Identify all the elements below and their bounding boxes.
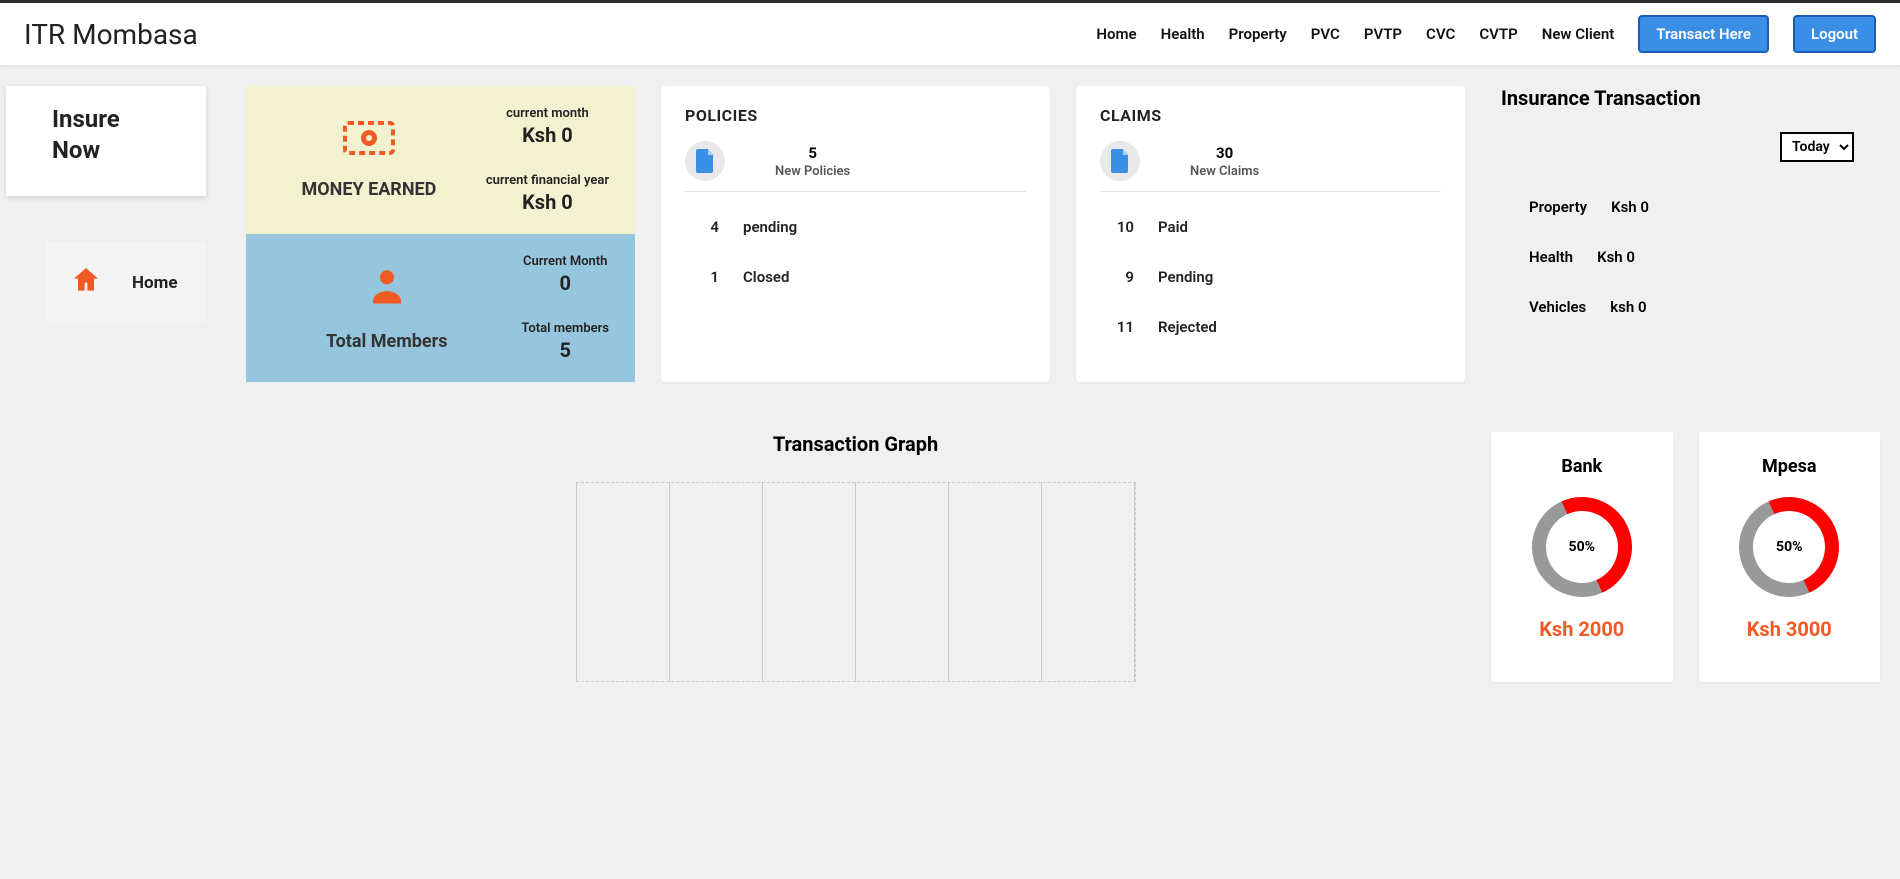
transaction-title: Insurance Transaction bbox=[1501, 86, 1880, 110]
cash-icon bbox=[343, 121, 395, 159]
claims-card: CLAIMS 30 New Claims 10 Paid 9 Pending 1… bbox=[1076, 86, 1465, 382]
nav-cvc[interactable]: CVC bbox=[1426, 25, 1455, 43]
graph-title: Transaction Graph bbox=[246, 432, 1465, 456]
document-icon bbox=[685, 141, 725, 181]
nav-pvtp[interactable]: PVTP bbox=[1364, 25, 1402, 43]
money-year-label: current financial year bbox=[486, 173, 609, 188]
brand-title: ITR Mombasa bbox=[24, 18, 198, 51]
transaction-row-vehicles: Vehicles ksh 0 bbox=[1501, 282, 1880, 332]
claims-row-rejected: 11 Rejected bbox=[1100, 302, 1441, 352]
money-earned-title: MONEY EARNED bbox=[301, 179, 436, 200]
nav-health[interactable]: Health bbox=[1161, 25, 1205, 43]
policies-new-count: 5 bbox=[808, 144, 817, 162]
top-nav: ITR Mombasa Home Health Property PVC PVT… bbox=[0, 0, 1900, 66]
bank-pct: 50% bbox=[1532, 497, 1632, 597]
dashboard-grid: MONEY EARNED current month Ksh 0 current… bbox=[246, 86, 1880, 682]
transact-button[interactable]: Transact Here bbox=[1638, 15, 1769, 53]
money-month-value: Ksh 0 bbox=[486, 123, 609, 147]
sidebar-item-home[interactable]: Home bbox=[46, 242, 206, 323]
members-month-label: Current Month bbox=[521, 254, 609, 269]
claims-new-label: New Claims bbox=[1190, 164, 1259, 179]
claims-row-paid: 10 Paid bbox=[1100, 202, 1441, 252]
bank-title: Bank bbox=[1515, 456, 1649, 477]
money-year-value: Ksh 0 bbox=[486, 190, 609, 214]
policies-card: POLICIES 5 New Policies 4 pending 1 Clos… bbox=[661, 86, 1050, 382]
sidebar-home-label: Home bbox=[132, 273, 178, 293]
money-earned-card: MONEY EARNED current month Ksh 0 current… bbox=[246, 86, 635, 234]
policies-new-label: New Policies bbox=[775, 164, 850, 179]
document-icon bbox=[1100, 141, 1140, 181]
policies-title: POLICIES bbox=[685, 106, 1026, 125]
members-total-value: 5 bbox=[521, 338, 609, 362]
members-total-label: Total members bbox=[521, 321, 609, 336]
nav-home[interactable]: Home bbox=[1096, 25, 1136, 43]
transaction-row-health: Health Ksh 0 bbox=[1501, 232, 1880, 282]
nav-links: Home Health Property PVC PVTP CVC CVTP N… bbox=[1096, 15, 1876, 53]
graph-placeholder bbox=[576, 482, 1136, 682]
claims-title: CLAIMS bbox=[1100, 106, 1441, 125]
donut-column: Bank 50% Ksh 2000 Mpesa 50% Ksh 3000 bbox=[1491, 408, 1880, 682]
mpesa-pct: 50% bbox=[1739, 497, 1839, 597]
insure-now-card: Insure Now bbox=[6, 86, 206, 196]
transaction-period-select[interactable]: Today bbox=[1780, 132, 1854, 162]
insure-title-2: Now bbox=[52, 136, 100, 164]
mpesa-title: Mpesa bbox=[1723, 456, 1857, 477]
money-month-label: current month bbox=[486, 106, 609, 121]
mpesa-amount: Ksh 3000 bbox=[1723, 617, 1857, 641]
nav-new-client[interactable]: New Client bbox=[1542, 25, 1615, 43]
members-month-value: 0 bbox=[521, 271, 609, 295]
money-column: MONEY EARNED current month Ksh 0 current… bbox=[246, 86, 635, 382]
home-icon bbox=[70, 264, 102, 301]
nav-cvtp[interactable]: CVTP bbox=[1479, 25, 1517, 43]
sidebar: Insure Now Home bbox=[6, 86, 206, 682]
bank-card: Bank 50% Ksh 2000 bbox=[1491, 432, 1673, 682]
members-card: Total Members Current Month 0 Total memb… bbox=[246, 234, 635, 382]
transaction-row-property: Property Ksh 0 bbox=[1501, 182, 1880, 232]
insure-title-1: Insure bbox=[52, 105, 120, 133]
claims-new-count: 30 bbox=[1216, 144, 1233, 162]
nav-property[interactable]: Property bbox=[1229, 25, 1287, 43]
transaction-graph-card: Transaction Graph bbox=[246, 408, 1465, 682]
nav-pvc[interactable]: PVC bbox=[1311, 25, 1340, 43]
bank-amount: Ksh 2000 bbox=[1515, 617, 1649, 641]
claims-row-pending: 9 Pending bbox=[1100, 252, 1441, 302]
transaction-card: Insurance Transaction Today Property Ksh… bbox=[1491, 86, 1880, 382]
members-title: Total Members bbox=[326, 331, 448, 352]
logout-button[interactable]: Logout bbox=[1793, 15, 1876, 53]
user-icon bbox=[366, 265, 408, 311]
policies-row-pending: 4 pending bbox=[685, 202, 1026, 252]
policies-row-closed: 1 Closed bbox=[685, 252, 1026, 302]
mpesa-card: Mpesa 50% Ksh 3000 bbox=[1699, 432, 1881, 682]
